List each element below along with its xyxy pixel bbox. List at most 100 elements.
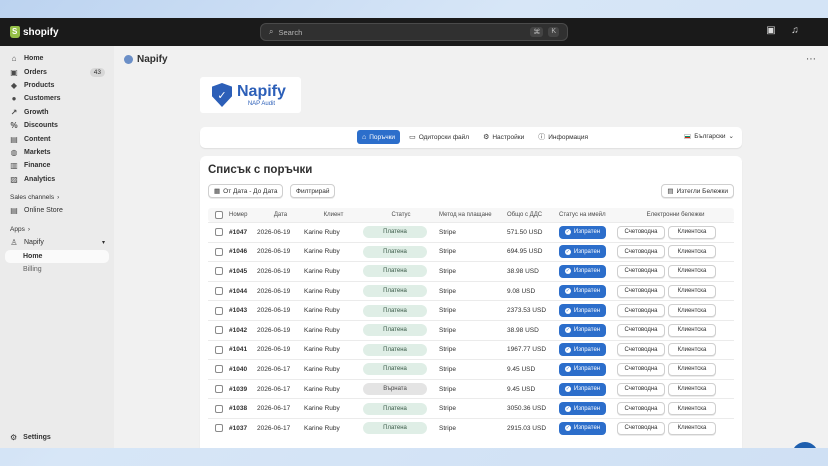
sidebar-subitem-home[interactable]: Home [5, 249, 109, 263]
email-sent-badge[interactable]: ✓ Изпратен [559, 304, 606, 318]
sidebar-item-analytics[interactable]: ▨ Analytics [0, 173, 114, 186]
email-sent-badge[interactable]: ✓ Изпратен [559, 421, 606, 435]
bell-icon[interactable]: ♫ [790, 26, 800, 36]
accounting-note-button[interactable]: Счетоводна [617, 245, 665, 259]
client-note-button[interactable]: Клиентска [668, 382, 716, 396]
order-number[interactable]: #1037 [229, 425, 257, 432]
email-sent-badge[interactable]: ✓ Изпратен [559, 225, 606, 239]
accounting-note-button[interactable]: Счетоводна [617, 323, 665, 337]
napify-app-icon [124, 55, 133, 64]
shopify-logo[interactable]: shopify [10, 26, 59, 38]
order-number[interactable]: #1042 [229, 327, 257, 334]
email-sent-badge[interactable]: ✓ Изпратен [559, 264, 606, 278]
sidebar-item-settings[interactable]: ⚙ Settings [10, 433, 51, 442]
sales-channels-title[interactable]: Sales channels › [0, 191, 114, 204]
row-checkbox[interactable] [214, 228, 223, 237]
sidebar-item-napify[interactable]: ♙ Napify ▾ [0, 236, 114, 249]
row-checkbox[interactable] [214, 385, 223, 394]
sidebar-item-customers[interactable]: ● Customers [0, 92, 114, 105]
row-checkbox[interactable] [214, 345, 223, 354]
sidebar-subitem-billing[interactable]: Billing [0, 263, 114, 276]
email-sent-badge[interactable]: ✓ Изпратен [559, 402, 606, 416]
chevron-right-icon: › [27, 226, 30, 234]
email-sent-badge[interactable]: ✓ Изпратен [559, 284, 606, 298]
sidebar-item-home[interactable]: ⌂ Home [0, 52, 114, 65]
sidebar-item-online-store[interactable]: ▤ Online Store [0, 204, 114, 217]
row-checkbox[interactable] [214, 365, 223, 374]
accounting-note-button[interactable]: Счетоводна [617, 343, 665, 357]
filter-button[interactable]: Филтрирай [290, 184, 336, 198]
client-note-button[interactable]: Клиентска [668, 264, 716, 278]
order-client: Karine Ruby [304, 365, 340, 373]
accounting-note-button[interactable]: Счетоводна [617, 421, 665, 435]
client-note-button[interactable]: Клиентска [668, 304, 716, 318]
email-sent-badge[interactable]: ✓ Изпратен [559, 343, 606, 357]
order-number[interactable]: #1041 [229, 346, 257, 353]
tab-settings[interactable]: ⚙ Настройки [478, 130, 529, 144]
row-checkbox[interactable] [214, 287, 223, 296]
row-checkbox[interactable] [214, 404, 223, 413]
order-number[interactable]: #1038 [229, 405, 257, 412]
accounting-note-button[interactable]: Счетоводна [617, 225, 665, 239]
email-sent-badge[interactable]: ✓ Изпратен [559, 245, 606, 259]
sidebar-item-discounts[interactable]: % Discounts [0, 119, 114, 132]
client-note-button[interactable]: Клиентска [668, 402, 716, 416]
tab-orders[interactable]: ⌂ Поръчки [357, 130, 401, 144]
client-note-button[interactable]: Клиентска [668, 225, 716, 239]
email-sent-badge[interactable]: ✓ Изпратен [559, 382, 606, 396]
table-row: #1043 2026-06-19 Karine Ruby Платена Str… [208, 300, 734, 320]
order-number[interactable]: #1039 [229, 386, 257, 393]
order-number[interactable]: #1043 [229, 307, 257, 314]
sidebar-item-label: Markets [24, 148, 51, 156]
select-all-checkbox[interactable] [214, 211, 223, 219]
client-note-button[interactable]: Клиентска [668, 421, 716, 435]
accounting-note-button[interactable]: Счетоводна [617, 304, 665, 318]
col-date: Дата [273, 212, 288, 218]
row-checkbox[interactable] [214, 267, 223, 276]
download-notes-button[interactable]: ▤ Изтегли Бележки [661, 184, 734, 198]
client-note-button[interactable]: Клиентска [668, 343, 716, 357]
date-range-button[interactable]: ▦ От Дата - До Дата [208, 184, 284, 198]
accounting-note-button[interactable]: Счетоводна [617, 362, 665, 376]
client-note-button[interactable]: Клиентска [668, 245, 716, 259]
order-number[interactable]: #1047 [229, 229, 257, 236]
store-icon[interactable]: ▣ [766, 26, 776, 36]
info-icon: ⓘ [538, 134, 546, 141]
sidebar-item-content[interactable]: ▤ Content [0, 132, 114, 145]
sidebar-item-finance[interactable]: ▥ Finance [0, 159, 114, 172]
accounting-note-button[interactable]: Счетоводна [617, 264, 665, 278]
email-sent-badge[interactable]: ✓ Изпратен [559, 323, 606, 337]
gear-icon: ⚙ [10, 433, 18, 442]
order-number[interactable]: #1040 [229, 366, 257, 373]
client-note-button[interactable]: Клиентска [668, 362, 716, 376]
table-row: #1047 2026-06-19 Karine Ruby Платена Str… [208, 222, 734, 242]
order-number[interactable]: #1046 [229, 248, 257, 255]
client-note-button[interactable]: Клиентска [668, 284, 716, 298]
accounting-note-button[interactable]: Счетоводна [617, 382, 665, 396]
sidebar-item-products[interactable]: ◆ Products [0, 79, 114, 92]
order-number[interactable]: #1045 [229, 268, 257, 275]
email-sent-badge[interactable]: ✓ Изпратен [559, 362, 606, 376]
accounting-note-button[interactable]: Счетоводна [617, 284, 665, 298]
more-actions-icon[interactable]: ⋯ [806, 54, 816, 65]
row-checkbox[interactable] [214, 424, 223, 433]
row-checkbox[interactable] [214, 326, 223, 335]
client-note-button[interactable]: Клиентска [668, 323, 716, 337]
row-checkbox[interactable] [214, 306, 223, 315]
order-number[interactable]: #1044 [229, 288, 257, 295]
check-circle-icon: ✓ [564, 346, 571, 353]
sidebar-item-markets[interactable]: ◍ Markets [0, 146, 114, 159]
row-checkbox[interactable] [214, 247, 223, 256]
language-select[interactable]: Български ⌄ [684, 132, 734, 140]
tab-info[interactable]: ⓘ Информация [533, 130, 593, 144]
sidebar-item-orders[interactable]: ▣ Orders 43 [0, 65, 114, 78]
check-circle-icon: ✓ [564, 405, 571, 412]
order-date: 2026-06-19 [257, 248, 291, 256]
sidebar-item-growth[interactable]: ↗ Growth [0, 106, 114, 119]
chat-button[interactable]: ▬ [792, 442, 818, 448]
accounting-note-button[interactable]: Счетоводна [617, 402, 665, 416]
tab-audit-file[interactable]: ▭ Одиторски файл [404, 130, 474, 144]
row-checkbox-cell [208, 326, 229, 335]
apps-title[interactable]: Apps › [0, 223, 114, 236]
search-input[interactable]: ⌕ Search ⌘ K [260, 23, 568, 41]
